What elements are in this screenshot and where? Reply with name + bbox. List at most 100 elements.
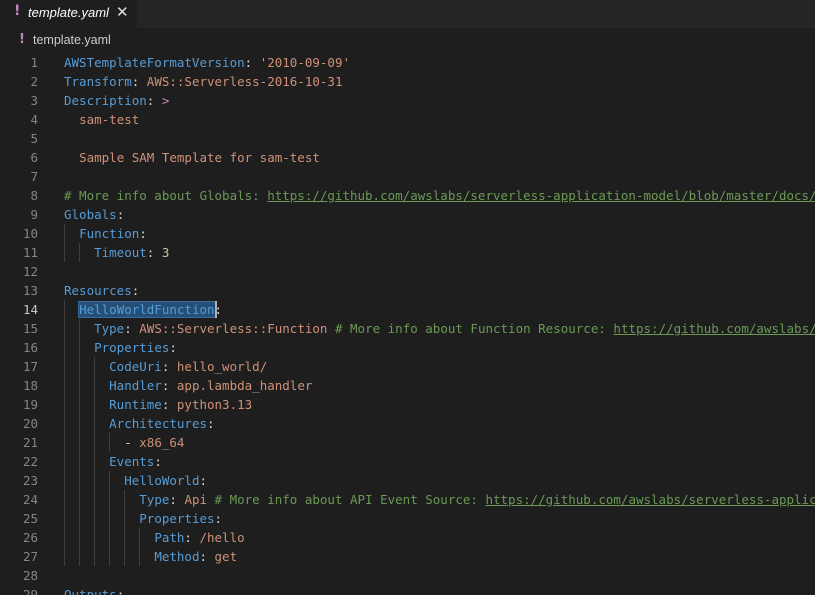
indent-guide (79, 357, 81, 376)
code-token: : (244, 55, 260, 70)
breadcrumb-file[interactable]: template.yaml (33, 33, 111, 47)
line-code: Runtime: python3.13 (64, 395, 252, 414)
code-token: HelloWorldFunction (78, 301, 216, 318)
line-number: 23 (22, 473, 38, 488)
line-code: Resources: (64, 281, 139, 300)
code-token: sam-test (79, 112, 140, 127)
indent-guide (64, 471, 65, 490)
code-line[interactable]: 9 Globals: (0, 205, 815, 224)
breadcrumb: ! template.yaml (0, 28, 815, 52)
indent-guide (64, 414, 65, 433)
url-link[interactable]: https://github.com/awslabs/serverless-ap… (613, 321, 815, 336)
code-line[interactable]: 21 - x86_64 (0, 433, 815, 452)
tab-label: template.yaml (28, 5, 109, 20)
url-link[interactable]: https://github.com/awslabs/serverless-ap… (485, 492, 815, 507)
code-token: x86_64 (139, 435, 185, 450)
code-line[interactable]: 7 (0, 167, 815, 186)
code-line[interactable]: 18 Handler: app.lambda_handler (0, 376, 815, 395)
code-token: Sample SAM Template for sam-test (79, 150, 320, 165)
code-token: : (161, 397, 177, 412)
code-token: Outputs (64, 587, 117, 595)
line-number: 5 (30, 131, 38, 146)
code-line[interactable]: 20 Architectures: (0, 414, 815, 433)
code-token: : (169, 340, 177, 355)
code-line[interactable]: 3 Description: > (0, 91, 815, 110)
code-line[interactable]: 12 (0, 262, 815, 281)
indent-guide (79, 471, 81, 490)
code-token: Globals (64, 207, 117, 222)
code-token: : (116, 207, 125, 222)
warning-icon: ! (19, 32, 25, 47)
code-line[interactable]: 1 AWSTemplateFormatVersion: '2010-09-09' (0, 53, 815, 72)
line-code: HelloWorld: (64, 471, 207, 490)
indent-guide (124, 490, 126, 509)
indent-guide (94, 414, 96, 433)
code-token: Path (154, 530, 185, 545)
code-line[interactable]: 5 (0, 129, 815, 148)
warning-icon: ! (14, 3, 21, 19)
code-line[interactable]: 29 Outputs: (0, 585, 815, 595)
indent-guide (79, 395, 81, 414)
code-token: AWS::Serverless::Function (139, 321, 328, 336)
line-number: 4 (30, 112, 38, 127)
code-token: hello_world/ (176, 359, 268, 374)
code-line[interactable]: 24 Type: Api # More info about API Event… (0, 490, 815, 509)
code-line[interactable]: 2 Transform: AWS::Serverless-2016-10-31 (0, 72, 815, 91)
code-token: : (146, 245, 162, 260)
indent-guide (79, 433, 81, 452)
code-editor[interactable]: 1 AWSTemplateFormatVersion: '2010-09-09' 2… (0, 51, 815, 595)
code-line[interactable]: 6 Sample SAM Template for sam-test (0, 148, 815, 167)
tab-bar: ! template.yaml ✕ (0, 0, 815, 28)
code-token: Transform (64, 74, 132, 89)
code-line[interactable]: 17 CodeUri: hello_world/ (0, 357, 815, 376)
code-line[interactable]: 26 Path: /hello (0, 528, 815, 547)
line-code: Transform: AWS::Serverless-2016-10-31 (64, 72, 342, 91)
indent-guide (64, 433, 65, 452)
code-token: 3 (161, 245, 170, 260)
indent-guide (64, 224, 65, 243)
code-line[interactable]: 23 HelloWorld: (0, 471, 815, 490)
line-number: 14 (22, 302, 38, 317)
code-line[interactable]: 16 Properties: (0, 338, 815, 357)
code-token: : (184, 530, 200, 545)
code-line[interactable]: 13 Resources: (0, 281, 815, 300)
line-number: 12 (22, 264, 38, 279)
code-token: : (124, 321, 140, 336)
code-token: Properties (139, 511, 215, 526)
indent-guide (94, 509, 96, 528)
code-line[interactable]: 15 Type: AWS::Serverless::Function # Mor… (0, 319, 815, 338)
code-line[interactable]: 14 HelloWorldFunction: (0, 300, 815, 319)
line-number: 29 (22, 587, 38, 595)
code-line[interactable]: 10 Function: (0, 224, 815, 243)
indent-guide (124, 528, 126, 547)
code-line[interactable]: 11 Timeout: 3 (0, 243, 815, 262)
code-token: # More info about Function Resource: (327, 321, 614, 336)
line-number: 28 (22, 568, 38, 583)
code-line[interactable]: 19 Runtime: python3.13 (0, 395, 815, 414)
code-token: Runtime (109, 397, 162, 412)
code-token: : (146, 93, 162, 108)
indent-guide (94, 452, 96, 471)
code-token: : (161, 378, 177, 393)
code-line[interactable]: 28 (0, 566, 815, 585)
line-code: Properties: (64, 509, 222, 528)
close-icon[interactable]: ✕ (116, 3, 129, 21)
code-line[interactable]: 27 Method: get (0, 547, 815, 566)
code-line[interactable]: 4 sam-test (0, 110, 815, 129)
line-number: 18 (22, 378, 38, 393)
indent-guide (79, 452, 81, 471)
line-number: 7 (30, 169, 38, 184)
indent-guide (79, 414, 81, 433)
line-number: 19 (22, 397, 38, 412)
tab-template-yaml[interactable]: ! template.yaml ✕ (0, 0, 137, 28)
code-token: AWS::Serverless-2016-10-31 (146, 74, 343, 89)
code-line[interactable]: 25 Properties: (0, 509, 815, 528)
indent-guide (79, 376, 81, 395)
code-line[interactable]: 8 # More info about Globals: https://gith… (0, 186, 815, 205)
line-number: 13 (22, 283, 38, 298)
code-token: : (199, 473, 208, 488)
code-line[interactable]: 22 Events: (0, 452, 815, 471)
code-token: Function (79, 226, 140, 241)
url-link[interactable]: https://github.com/awslabs/serverless-ap… (267, 188, 815, 203)
line-code: Path: /hello (64, 528, 244, 547)
